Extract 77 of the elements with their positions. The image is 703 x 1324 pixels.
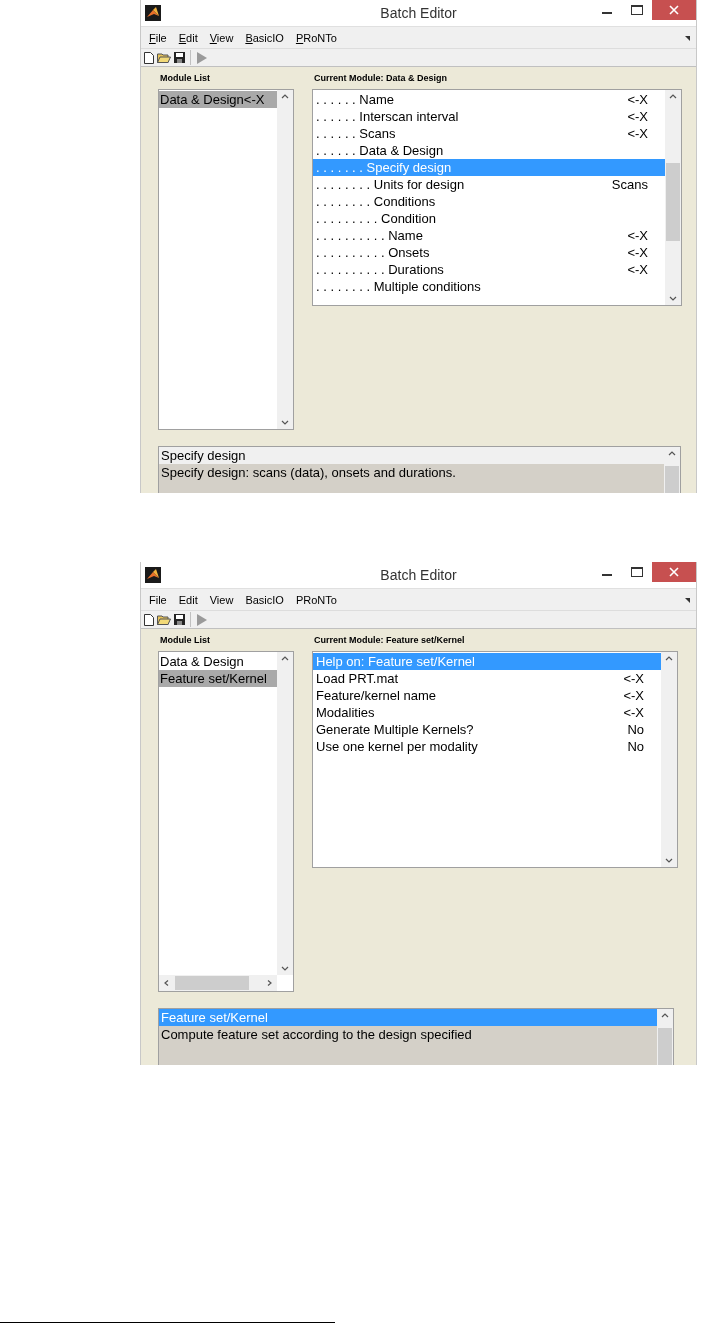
scroll-up-icon[interactable] [281, 655, 289, 661]
module-list-label: Module List [160, 72, 211, 84]
scrollbar[interactable] [277, 90, 293, 429]
module-item[interactable]: . . . . . . . . . . Onsets <-X [313, 244, 665, 261]
scrollbar[interactable] [661, 652, 677, 867]
menu-item[interactable]: File [149, 31, 167, 44]
module-list[interactable]: Data & Design Feature set/Kernel [158, 651, 294, 992]
module-item[interactable]: Load PRT.mat <-X [313, 670, 661, 687]
open-folder-icon[interactable] [157, 614, 171, 625]
maximize-icon[interactable] [631, 567, 643, 577]
new-file-icon[interactable] [144, 613, 154, 626]
scroll-right-icon[interactable] [265, 980, 273, 986]
dock-arrow-icon[interactable] [685, 36, 690, 41]
module-item[interactable]: . . . . . . . . . . Durations <-X [313, 261, 665, 278]
module-item[interactable]: Generate Multiple Kernels? No [313, 721, 661, 738]
module-list-item[interactable]: Feature set/Kernel [159, 670, 277, 687]
close-button[interactable] [652, 562, 696, 582]
app-logo-icon [145, 567, 161, 583]
maximize-icon[interactable] [631, 5, 643, 15]
scroll-up-icon[interactable] [661, 1012, 669, 1018]
open-folder-icon[interactable] [157, 52, 171, 63]
module-list-label: Module List [160, 634, 211, 646]
scroll-up-icon[interactable] [669, 93, 677, 99]
scroll-up-icon[interactable] [668, 450, 676, 456]
module-list-item[interactable]: Data & Design<-X [159, 91, 277, 108]
close-icon[interactable] [669, 5, 679, 15]
horizontal-scrollbar[interactable] [159, 975, 277, 991]
menu-item[interactable]: PRoNTo [295, 31, 337, 44]
module-item[interactable]: . . . . . . . . Conditions [313, 193, 665, 210]
help-text: Compute feature set according to the design specified [160, 1026, 473, 1043]
menu-item[interactable]: View [209, 593, 234, 606]
scroll-down-icon[interactable] [669, 296, 677, 302]
help-text: Specify design: scans (data), onsets and durations. [160, 464, 457, 481]
menu-item[interactable]: View [209, 31, 234, 44]
scroll-up-icon[interactable] [281, 93, 289, 99]
scroll-down-icon[interactable] [665, 858, 673, 864]
scroll-left-icon[interactable] [163, 980, 171, 986]
save-icon[interactable] [174, 52, 185, 63]
scroll-up-icon[interactable] [665, 655, 673, 661]
module-item[interactable]: Modalities <-X [313, 704, 661, 721]
dock-arrow-icon[interactable] [685, 598, 690, 603]
help-title: Feature set/Kernel [159, 1009, 657, 1026]
module-item[interactable]: . . . . . . . . . Condition [313, 210, 665, 227]
scrollbar[interactable] [657, 1009, 673, 1065]
scrollbar[interactable] [665, 90, 681, 305]
module-item[interactable]: . . . . . . . . Multiple conditions [313, 278, 665, 295]
close-icon[interactable] [669, 567, 679, 577]
save-icon[interactable] [174, 614, 185, 625]
module-item[interactable]: . . . . . . Name <-X [313, 91, 665, 108]
menu-item[interactable]: Edit [178, 593, 198, 606]
module-item[interactable]: Feature/kernel name <-X [313, 687, 661, 704]
module-items-list[interactable] [312, 89, 682, 306]
current-module-label: Current Module: Feature set/Kernel [314, 634, 466, 646]
scroll-down-icon[interactable] [281, 420, 289, 426]
menu-item[interactable]: BasicIO [245, 593, 284, 606]
module-item[interactable]: . . . . . . . . . . Name <-X [313, 227, 665, 244]
menu-item[interactable]: BasicIO [245, 31, 284, 44]
module-item[interactable]: . . . . . . . . Units for design Scans [313, 176, 665, 193]
menu-item[interactable]: PRoNTo [295, 593, 337, 606]
new-file-icon[interactable] [144, 51, 154, 64]
scrollbar[interactable] [277, 652, 293, 975]
menu-item[interactable]: Edit [178, 31, 198, 44]
module-item[interactable]: . . . . . . Interscan interval <-X [313, 108, 665, 125]
close-button[interactable] [652, 0, 696, 20]
window-title: Batch Editor [380, 5, 457, 21]
menu-item[interactable]: File [149, 593, 167, 606]
app-logo-icon [145, 5, 161, 21]
scroll-down-icon[interactable] [281, 966, 289, 972]
window-title: Batch Editor [380, 567, 457, 583]
module-list-item[interactable]: Data & Design [159, 653, 277, 670]
module-item[interactable]: . . . . . . Data & Design [313, 142, 665, 159]
module-item[interactable]: Use one kernel per modality No [313, 738, 661, 755]
help-title: Specify design [159, 447, 664, 464]
module-list[interactable]: Data & Design<-X [158, 89, 294, 430]
module-items-list[interactable]: Help on: Feature set/Kernel Load PRT.mat <-X Feature/kernel name <-X Modalities <-X Generate Multiple Kernels? No Use one kernel per modality No [312, 651, 678, 868]
current-module-label: Current Module: Data & Design [314, 72, 448, 84]
module-item[interactable]: . . . . . . Scans <-X [313, 125, 665, 142]
